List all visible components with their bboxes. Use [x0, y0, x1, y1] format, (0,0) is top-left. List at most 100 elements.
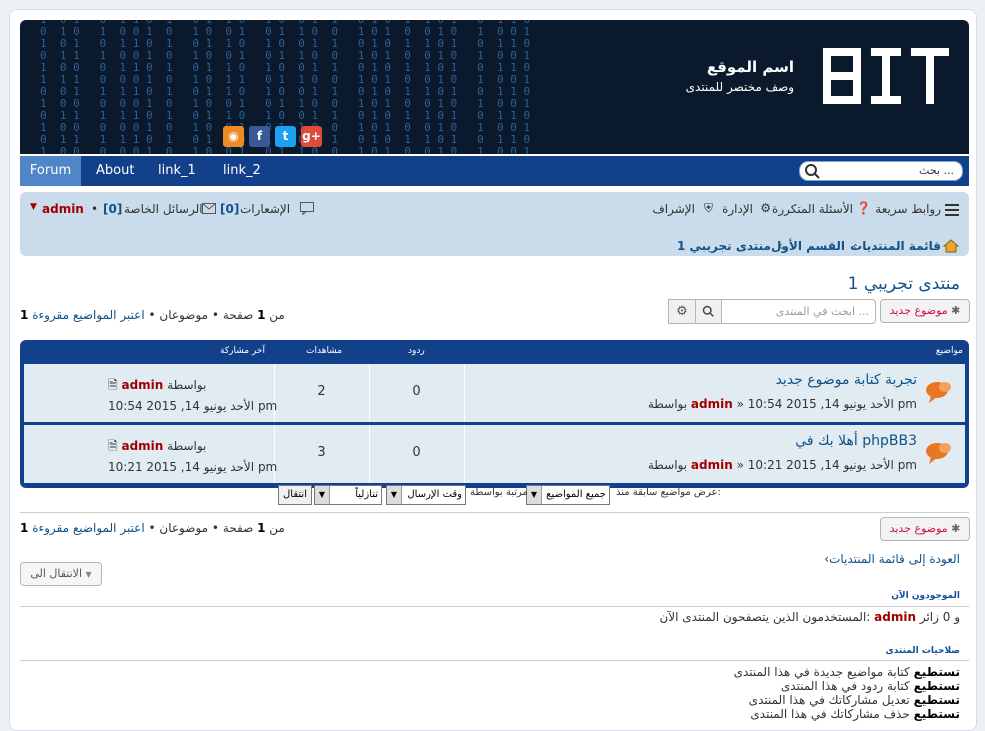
- perm-text: حذف مشاركاتك في هذا المنتدى: [750, 707, 910, 721]
- last-post-by: 🗎 admin بواسطة: [108, 376, 206, 397]
- mark-read-link[interactable]: اعتبر المواضيع مقروءة: [32, 308, 145, 322]
- notif-count[interactable]: [0]: [220, 202, 239, 216]
- perm-can: تستطيع: [913, 707, 960, 721]
- notifications-link[interactable]: الإشعارات: [240, 202, 290, 216]
- last-post-author[interactable]: admin: [121, 378, 163, 392]
- last-post-date: الأحد يونيو 14, 2015 10:54 pm: [108, 399, 278, 413]
- sort-dir-select[interactable]: ▼ تنازلياً: [314, 485, 382, 505]
- last-post-date: الأحد يونيو 14, 2015 10:21 pm: [108, 460, 278, 474]
- search-icon[interactable]: [804, 163, 820, 179]
- forum-title[interactable]: منتدى تجريبي 1: [848, 274, 960, 294]
- nav-item-link-1[interactable]: link_1: [158, 156, 196, 186]
- nav-item-about[interactable]: About: [96, 156, 134, 186]
- envelope-icon: [202, 203, 216, 214]
- home-icon[interactable]: [943, 239, 959, 253]
- mark-read-link[interactable]: اعتبر المواضيع مقروءة: [32, 521, 145, 535]
- search-button[interactable]: [694, 299, 722, 324]
- col-views: مشاهدات: [306, 346, 343, 356]
- chevron-down-icon[interactable]: ▼: [30, 202, 37, 212]
- new-topic-button-bottom[interactable]: موضوع جديد ✱: [880, 517, 970, 541]
- divider: [20, 512, 969, 513]
- user-menu[interactable]: admin: [42, 202, 84, 216]
- header-search-input[interactable]: بحث ...: [799, 161, 963, 181]
- pm-count[interactable]: [0]: [103, 202, 122, 216]
- permission-item: تستطيع تعديل مشاركاتك في هذا المنتدى: [749, 693, 960, 707]
- back-link[interactable]: العودة إلى قائمة المنتديات: [829, 552, 960, 566]
- view-post-icon[interactable]: 🗎: [108, 439, 118, 453]
- jump-label: الانتقال الى: [30, 567, 83, 580]
- advanced-search-button[interactable]: ⚙: [668, 299, 696, 324]
- online-label: المستخدمون الذين يتصفحون المنتدى الآن:: [659, 610, 871, 624]
- acp-link[interactable]: الإدارة: [722, 202, 753, 216]
- permission-item: تستطيع كتابة ردود في هذا المنتدى: [781, 679, 960, 693]
- logo-letter-i: [867, 48, 905, 104]
- topic-meta: بواسطة admin » الأحد يونيو 14, 2015 10:5…: [647, 397, 917, 411]
- search-icon: [702, 305, 714, 317]
- chevron-down-icon: ▼: [85, 570, 92, 579]
- page-label: صفحة: [222, 308, 254, 322]
- perm-text: تعديل مشاركاتك في هذا المنتدى: [748, 693, 910, 707]
- admin-icon: ⚙: [760, 201, 771, 215]
- page-current: 1: [257, 521, 266, 535]
- bullet: •: [148, 521, 156, 535]
- topic-meta: بواسطة admin » الأحد يونيو 14, 2015 10:2…: [647, 458, 917, 472]
- page-current: 1: [257, 308, 266, 322]
- col-last-post: آخر مشاركة: [220, 346, 265, 356]
- rss-icon[interactable]: ◉: [223, 126, 244, 147]
- nav-item-forum[interactable]: Forum: [20, 156, 81, 186]
- show-days-select[interactable]: ▼ جميع المواضيع: [526, 485, 610, 505]
- col-topics: مواضيع: [935, 346, 963, 356]
- faq-link[interactable]: الأسئلة المتكررة: [772, 202, 853, 216]
- pm-link[interactable]: الرسائل الخاصة: [124, 202, 203, 216]
- site-title[interactable]: اسم الموقع: [707, 58, 794, 76]
- notification-icon: [300, 202, 314, 215]
- divider: [20, 606, 969, 607]
- permissions-title: صلاحيات المنتدى: [885, 646, 960, 656]
- last-post-author[interactable]: admin: [121, 439, 163, 453]
- back-to-index[interactable]: ‹العودة إلى قائمة المنتديات: [824, 552, 960, 566]
- breadcrumb-home[interactable]: قائمة المنتديات: [850, 239, 941, 253]
- go-button[interactable]: انتقال: [278, 485, 312, 505]
- sort-key-select[interactable]: ▼ وقت الإرسال: [386, 485, 466, 505]
- new-topic-button[interactable]: موضوع جديد ✱: [880, 299, 970, 323]
- divider: [20, 660, 969, 661]
- quick-links[interactable]: روابط سريعة: [875, 202, 941, 216]
- menu-icon[interactable]: [945, 204, 959, 216]
- mcp-link[interactable]: الإشراف: [652, 202, 695, 216]
- google-plus-icon[interactable]: g+: [301, 126, 322, 147]
- page-total: 1: [20, 521, 29, 535]
- faq-icon: ❓: [856, 201, 871, 215]
- page-of: من: [269, 308, 285, 322]
- search-placeholder: بحث ...: [919, 164, 954, 177]
- forum-search-placeholder: ابحث في المنتدى ...: [775, 305, 869, 318]
- topic-date: الأحد يونيو 14, 2015 10:54 pm: [747, 397, 917, 411]
- facebook-icon[interactable]: f: [249, 126, 270, 147]
- logo-letter-t: [911, 48, 949, 104]
- last-post-by: 🗎 admin بواسطة: [108, 437, 206, 458]
- online-guests: و 0 زائر: [919, 610, 960, 624]
- online-user[interactable]: admin: [874, 610, 916, 624]
- bullet: •: [148, 308, 156, 322]
- view-post-icon[interactable]: 🗎: [108, 378, 118, 392]
- main-nav: Forum About link_1 link_2 بحث ...: [20, 156, 969, 186]
- navbar: روابط سريعة ❓ الأسئلة المتكررة ⚙ الإدارة…: [20, 192, 969, 256]
- topic-bubble-icon: [926, 382, 951, 403]
- chevron-down-icon: ▼: [527, 486, 542, 504]
- permission-item: تستطيع حذف مشاركاتك في هذا المنتدى: [750, 707, 960, 721]
- permission-item: تستطيع كتابة مواضيع جديدة في هذا المنتدى: [734, 665, 960, 679]
- topic-bubble-icon: [926, 443, 951, 464]
- table-row: أهلا بك في phpBB3 بواسطة admin » الأحد ي…: [24, 425, 965, 483]
- site-description: وصف مختصر للمنتدى: [685, 80, 794, 94]
- topic-title-link[interactable]: أهلا بك في phpBB3: [795, 433, 917, 449]
- topic-title-link[interactable]: تجربة كتابة موضوع جديد: [776, 372, 917, 388]
- topic-count: موضوعان: [159, 308, 209, 322]
- breadcrumb-forum[interactable]: منتدى تجريبي 1: [677, 239, 771, 253]
- topic-author[interactable]: admin: [691, 458, 733, 472]
- chevron-down-icon: ▼: [387, 486, 402, 504]
- twitter-icon[interactable]: t: [275, 126, 296, 147]
- filter-show-label: عرض مواضيع سابقة منذ:: [616, 487, 721, 498]
- views-count: 2: [317, 384, 326, 399]
- jump-to-select[interactable]: الانتقال الى ▼: [20, 562, 102, 586]
- topic-author[interactable]: admin: [691, 397, 733, 411]
- nav-item-link-2[interactable]: link_2: [223, 156, 261, 186]
